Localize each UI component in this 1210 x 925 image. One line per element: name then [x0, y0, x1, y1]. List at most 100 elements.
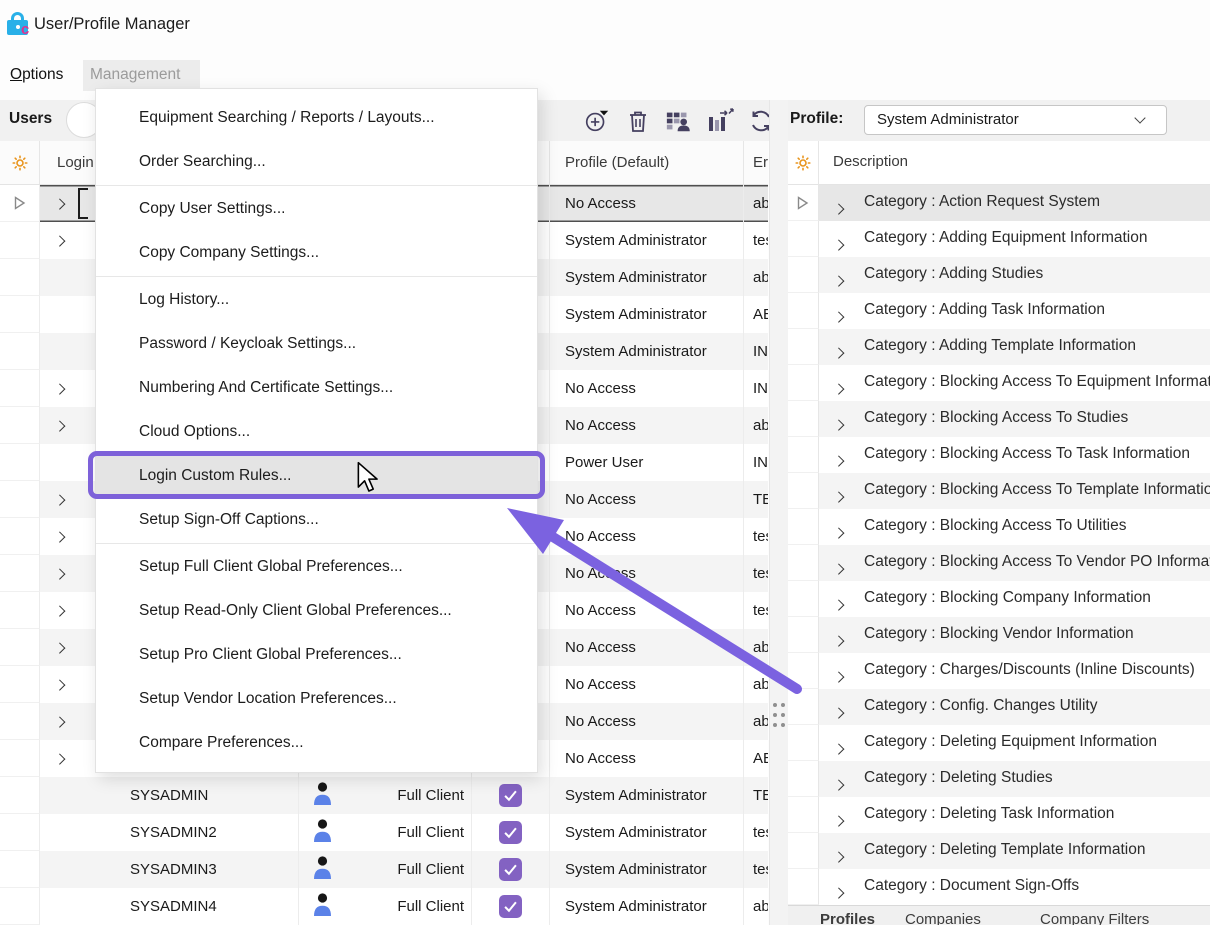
client-type-cell[interactable]: Full Client	[299, 777, 472, 814]
email-cell[interactable]: AB	[744, 740, 768, 777]
expand-chevron-slot[interactable]	[835, 667, 843, 685]
expand-chevron-slot[interactable]	[835, 703, 843, 721]
expand-chevron-icon[interactable]	[55, 568, 66, 579]
enabled-cell[interactable]	[472, 777, 550, 814]
column-chooser-icon[interactable]	[706, 107, 734, 135]
email-cell[interactable]: ab	[744, 407, 768, 444]
tab-company-filters[interactable]: Company Filters	[1040, 911, 1149, 925]
category-row[interactable]: Category : Blocking Access To Utilities	[788, 509, 1210, 545]
expand-chevron-icon[interactable]	[55, 235, 66, 246]
menu-item-cloud-options[interactable]: Cloud Options...	[96, 410, 537, 454]
menu-item-compare-preferences[interactable]: Compare Preferences...	[96, 721, 537, 765]
profile-default-cell[interactable]: No Access	[550, 666, 744, 703]
email-cell[interactable]: ab	[744, 703, 768, 740]
category-row[interactable]: Category : Action Request System	[788, 185, 1210, 221]
expand-chevron-icon[interactable]	[55, 642, 66, 653]
login-cell[interactable]: SYSADMIN	[40, 777, 299, 814]
profile-default-cell[interactable]: System Administrator	[550, 296, 744, 333]
category-row[interactable]: Category : Blocking Vendor Information	[788, 617, 1210, 653]
category-row[interactable]: Category : Config. Changes Utility	[788, 689, 1210, 725]
email-cell[interactable]: INI	[744, 333, 768, 370]
profile-default-cell[interactable]: System Administrator	[550, 888, 744, 925]
menu-item-equipment-searching-reports-layouts[interactable]: Equipment Searching / Reports / Layouts.…	[96, 96, 537, 140]
expand-chevron-icon[interactable]	[55, 679, 66, 690]
expand-chevron-icon[interactable]	[833, 347, 844, 358]
users-header-email[interactable]: Er	[744, 141, 768, 184]
profile-default-cell[interactable]: System Administrator	[550, 333, 744, 370]
profile-default-cell[interactable]: No Access	[550, 370, 744, 407]
email-cell[interactable]: INI	[744, 444, 768, 481]
expand-chevron-icon[interactable]	[833, 563, 844, 574]
expand-chevron-icon[interactable]	[833, 275, 844, 286]
profile-default-cell[interactable]: No Access	[550, 555, 744, 592]
expand-chevron-icon[interactable]	[833, 779, 844, 790]
menu-item-login-custom-rules[interactable]: Login Custom Rules...	[96, 454, 537, 498]
expand-chevron-icon[interactable]	[55, 531, 66, 542]
menu-options[interactable]: Options	[10, 60, 63, 91]
email-cell[interactable]: tes	[744, 592, 768, 629]
login-cell[interactable]: SYSADMIN2	[40, 814, 299, 851]
login-cell[interactable]: SYSADMIN3	[40, 851, 299, 888]
panel-splitter[interactable]	[769, 100, 788, 925]
category-row[interactable]: Category : Charges/Discounts (Inline Dis…	[788, 653, 1210, 689]
expand-chevron-icon[interactable]	[55, 420, 66, 431]
profile-default-cell[interactable]: System Administrator	[550, 777, 744, 814]
enabled-checkbox[interactable]	[499, 895, 522, 918]
expand-chevron-icon[interactable]	[55, 383, 66, 394]
profile-default-cell[interactable]: System Administrator	[550, 814, 744, 851]
email-cell[interactable]: tes	[744, 814, 768, 851]
tab-companies[interactable]: Companies	[905, 911, 981, 925]
profile-default-cell[interactable]: Power User	[550, 444, 744, 481]
profile-default-cell[interactable]: No Access	[550, 740, 744, 777]
expand-chevron-slot[interactable]	[835, 595, 843, 613]
client-type-cell[interactable]: Full Client	[299, 888, 472, 925]
expand-chevron-icon[interactable]	[55, 716, 66, 727]
table-row[interactable]: SYSADMIN4Full Client System Administrator…	[0, 888, 768, 925]
login-cell[interactable]: SYSADMIN4	[40, 888, 299, 925]
delete-icon[interactable]	[624, 107, 652, 135]
categories-header-description[interactable]: Description	[833, 153, 908, 170]
enabled-checkbox[interactable]	[499, 821, 522, 844]
menu-item-password-keycloak-settings[interactable]: Password / Keycloak Settings...	[96, 322, 537, 366]
expand-chevron-slot[interactable]	[835, 811, 843, 829]
email-cell[interactable]: tes	[744, 518, 768, 555]
category-row[interactable]: Category : Adding Studies	[788, 257, 1210, 293]
expand-chevron-slot[interactable]	[835, 415, 843, 433]
enabled-cell[interactable]	[472, 888, 550, 925]
email-cell[interactable]: tes	[744, 851, 768, 888]
category-row[interactable]: Category : Blocking Company Information	[788, 581, 1210, 617]
expand-chevron-slot[interactable]	[835, 523, 843, 541]
expand-chevron-slot[interactable]	[835, 307, 843, 325]
menu-item-setup-pro-client-global-preferences[interactable]: Setup Pro Client Global Preferences...	[96, 633, 537, 677]
profile-default-cell[interactable]: No Access	[550, 518, 744, 555]
expand-chevron-icon[interactable]	[833, 239, 844, 250]
expand-chevron-slot[interactable]	[835, 631, 843, 649]
expand-chevron-slot[interactable]	[835, 847, 843, 865]
add-icon[interactable]	[583, 107, 611, 135]
menu-item-numbering-and-certificate-settings[interactable]: Numbering And Certificate Settings...	[96, 366, 537, 410]
expand-chevron-slot[interactable]	[835, 235, 843, 253]
table-row[interactable]: SYSADMINFull ClientSystem AdministratorT…	[0, 777, 768, 814]
category-row[interactable]: Category : Blocking Access To Vendor PO …	[788, 545, 1210, 581]
expand-chevron-slot[interactable]	[835, 343, 843, 361]
email-cell[interactable]: tes	[744, 222, 768, 259]
email-cell[interactable]: ab	[744, 888, 768, 925]
expand-chevron-slot[interactable]	[835, 271, 843, 289]
email-cell[interactable]: ab	[744, 259, 768, 296]
expand-chevron-icon[interactable]	[833, 851, 844, 862]
email-cell[interactable]: ab	[744, 666, 768, 703]
expand-chevron-icon[interactable]	[833, 599, 844, 610]
expand-chevron-slot[interactable]	[835, 451, 843, 469]
category-row[interactable]: Category : Blocking Access To Template I…	[788, 473, 1210, 509]
expand-chevron-icon[interactable]	[833, 455, 844, 466]
profile-default-cell[interactable]: No Access	[550, 703, 744, 740]
expand-chevron-icon[interactable]	[55, 605, 66, 616]
menu-item-setup-full-client-global-preferences[interactable]: Setup Full Client Global Preferences...	[96, 545, 537, 589]
users-header-profile-default[interactable]: Profile (Default)	[550, 141, 744, 184]
menu-item-copy-company-settings[interactable]: Copy Company Settings...	[96, 231, 537, 275]
expand-chevron-icon[interactable]	[833, 383, 844, 394]
category-row[interactable]: Category : Deleting Studies	[788, 761, 1210, 797]
menu-item-setup-vendor-location-preferences[interactable]: Setup Vendor Location Preferences...	[96, 677, 537, 721]
category-row[interactable]: Category : Deleting Template Information	[788, 833, 1210, 869]
expand-chevron-slot[interactable]	[835, 487, 843, 505]
